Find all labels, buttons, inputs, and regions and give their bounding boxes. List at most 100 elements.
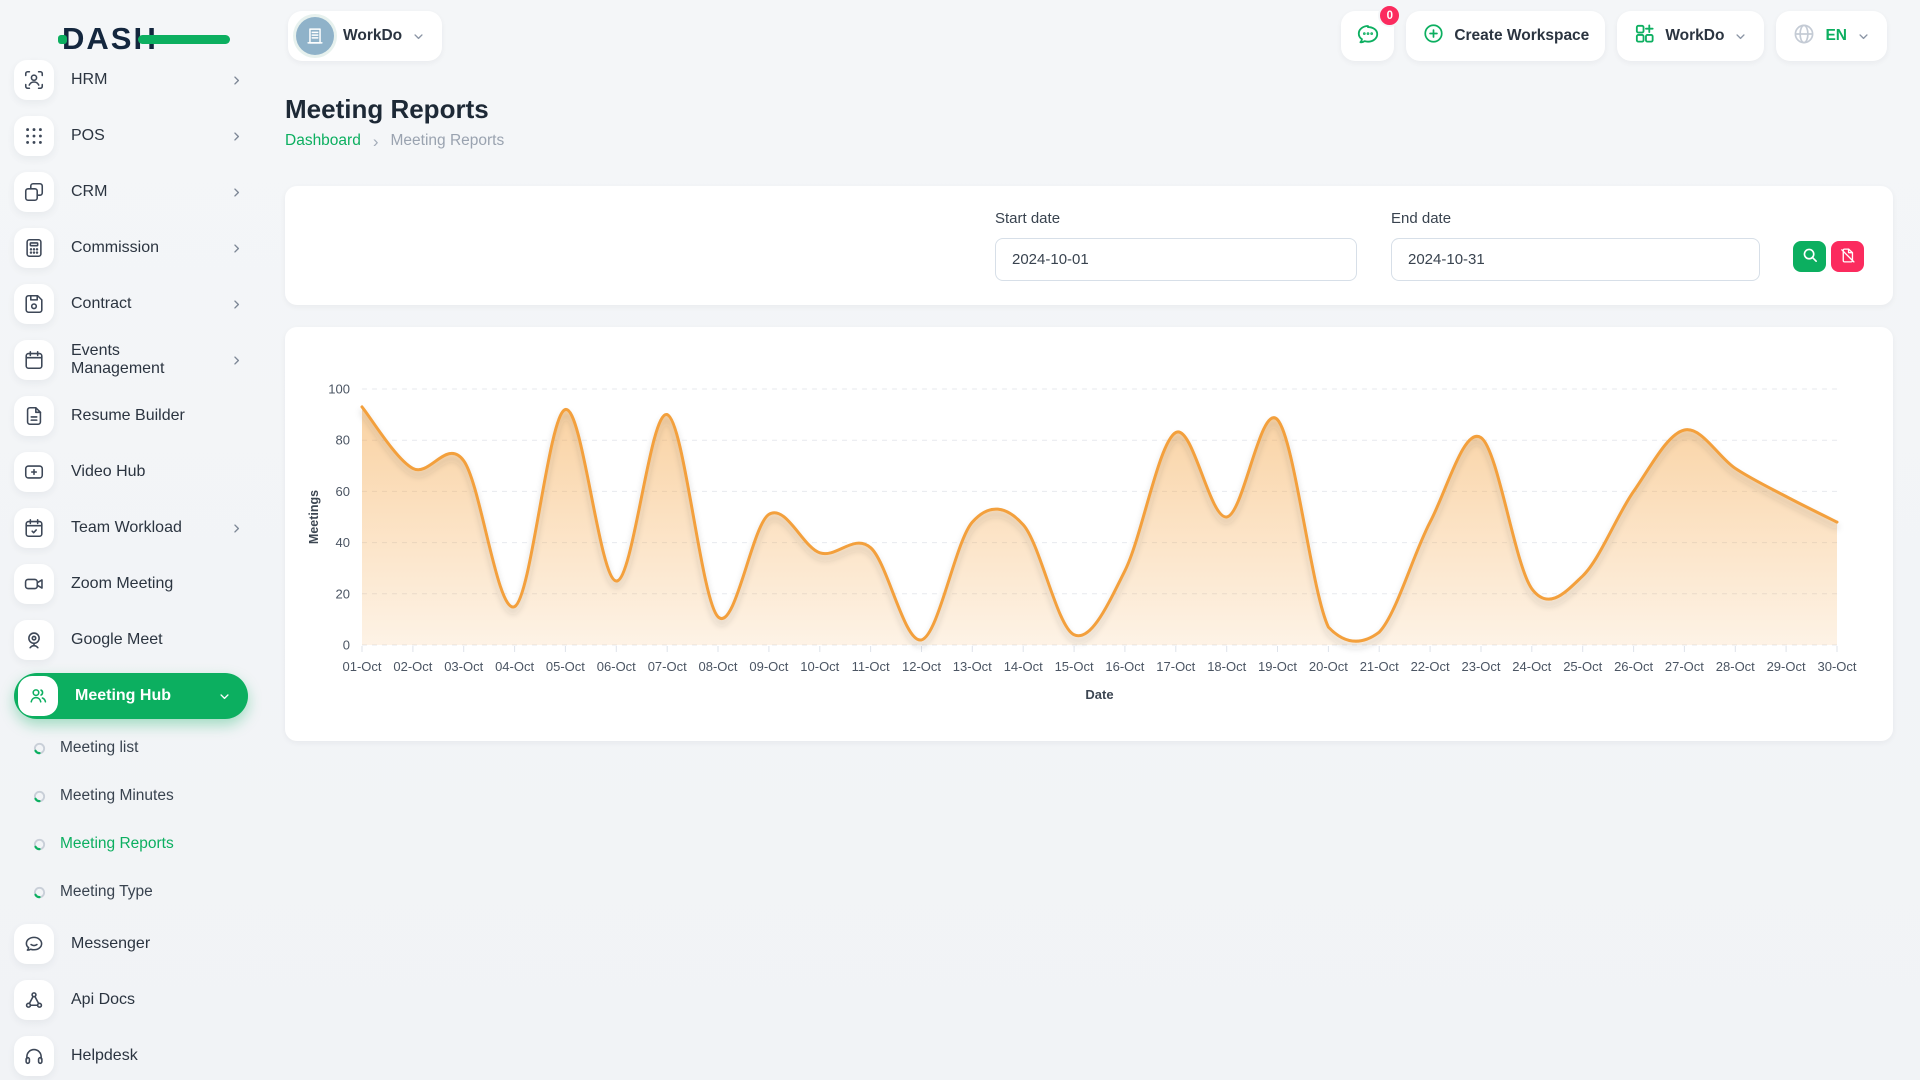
message-dots-icon	[1355, 21, 1381, 52]
svg-text:20-Oct: 20-Oct	[1309, 659, 1348, 674]
sidebar-item-crm[interactable]: CRM	[0, 164, 262, 220]
sidebar-item-helpdesk[interactable]: Helpdesk	[0, 1028, 262, 1080]
chart-y-axis-title: Meetings	[307, 490, 321, 544]
sidebar-item-google-meet[interactable]: Google Meet	[0, 612, 262, 668]
sidebar-item-commission[interactable]: Commission	[0, 220, 262, 276]
logo-dash-accent	[138, 35, 230, 44]
chevron-right-icon	[229, 297, 244, 312]
bullet-icon	[33, 838, 46, 851]
svg-text:80: 80	[336, 433, 350, 448]
svg-text:11-Oct: 11-Oct	[852, 659, 890, 674]
sidebar-item-video-hub[interactable]: Video Hub	[0, 444, 262, 500]
workspace-selector-label: WorkDo	[343, 27, 402, 45]
search-icon	[1801, 246, 1819, 267]
end-date-input[interactable]	[1391, 238, 1760, 281]
sidebar-subitem-meeting-type[interactable]: Meeting Type	[0, 868, 262, 916]
sidebar-item-label: Video Hub	[71, 463, 244, 481]
sidebar-subitem-label: Meeting list	[60, 739, 138, 757]
svg-text:08-Oct: 08-Oct	[698, 659, 737, 674]
chevron-right-icon	[229, 353, 244, 368]
svg-text:20: 20	[336, 586, 350, 601]
file-off-icon	[1839, 247, 1856, 267]
sidebar-item-zoom-meeting[interactable]: Zoom Meeting	[0, 556, 262, 612]
reset-filter-button[interactable]	[1831, 241, 1864, 272]
copy-squares-icon	[14, 172, 54, 212]
sidebar-item-label: Meeting Hub	[75, 687, 200, 705]
sidebar-subitem-label: Meeting Reports	[60, 835, 174, 853]
chevron-right-icon: ›	[373, 133, 379, 150]
svg-text:24-Oct: 24-Oct	[1512, 659, 1551, 674]
svg-text:13-Oct: 13-Oct	[953, 659, 992, 674]
sidebar-item-meeting-hub[interactable]: Meeting Hub	[14, 673, 248, 719]
sidebar-subitem-meeting-reports[interactable]: Meeting Reports	[0, 820, 262, 868]
headphones-icon	[14, 1036, 54, 1076]
sidebar-item-api-docs[interactable]: Api Docs	[0, 972, 262, 1028]
sidebar-item-team-workload[interactable]: Team Workload	[0, 500, 262, 556]
chevron-right-icon	[229, 73, 244, 88]
breadcrumb: Dashboard › Meeting Reports	[285, 132, 504, 150]
svg-text:21-Oct: 21-Oct	[1360, 659, 1399, 674]
save-icon	[14, 284, 54, 324]
sidebar-item-label: Api Docs	[71, 991, 244, 1009]
sidebar-subitem-label: Meeting Type	[60, 883, 153, 901]
sidebar-item-hrm[interactable]: HRM	[0, 52, 262, 108]
svg-text:05-Oct: 05-Oct	[546, 659, 585, 674]
svg-text:17-Oct: 17-Oct	[1156, 659, 1195, 674]
workspace-selector[interactable]: WorkDo	[288, 11, 442, 61]
building-icon	[296, 17, 334, 55]
svg-text:100: 100	[328, 382, 350, 397]
sidebar-subitem-meeting-list[interactable]: Meeting list	[0, 724, 262, 772]
language-dropdown[interactable]: EN	[1776, 11, 1887, 61]
workspace-dropdown[interactable]: WorkDo	[1617, 11, 1764, 61]
globe-icon	[1792, 22, 1816, 51]
chevron-down-icon	[217, 689, 232, 704]
start-date-label: Start date	[995, 210, 1060, 227]
sidebar-item-contract[interactable]: Contract	[0, 276, 262, 332]
end-date-label: End date	[1391, 210, 1451, 227]
meetings-chart-card: 020406080100 01-Oct02-Oct03-Oct04-Oct05-…	[285, 327, 1893, 741]
video-plus-icon	[14, 452, 54, 492]
breadcrumb-dashboard-link[interactable]: Dashboard	[285, 132, 361, 150]
user-scan-icon	[14, 60, 54, 100]
date-filter-card: Start date End date	[285, 186, 1893, 305]
sidebar-item-pos[interactable]: POS	[0, 108, 262, 164]
sidebar-subitem-meeting-minutes[interactable]: Meeting Minutes	[0, 772, 262, 820]
grid-plus-icon	[1633, 22, 1656, 50]
share-nodes-icon	[14, 980, 54, 1020]
svg-text:15-Oct: 15-Oct	[1055, 659, 1094, 674]
svg-text:22-Oct: 22-Oct	[1411, 659, 1450, 674]
svg-text:10-Oct: 10-Oct	[800, 659, 839, 674]
sidebar-subitem-label: Meeting Minutes	[60, 787, 174, 805]
sidebar-item-events-management[interactable]: Events Management	[0, 332, 262, 388]
svg-text:28-Oct: 28-Oct	[1716, 659, 1755, 674]
svg-text:26-Oct: 26-Oct	[1614, 659, 1653, 674]
sidebar-item-messenger[interactable]: Messenger	[0, 916, 262, 972]
chevron-right-icon	[229, 521, 244, 536]
create-workspace-button[interactable]: Create Workspace	[1406, 11, 1605, 61]
meetings-area-chart: 020406080100 01-Oct02-Oct03-Oct04-Oct05-…	[285, 327, 1893, 741]
sidebar-item-label: Resume Builder	[71, 407, 244, 425]
video-camera-icon	[14, 564, 54, 604]
sidebar-item-label: HRM	[71, 71, 212, 89]
page-title: Meeting Reports	[285, 94, 489, 125]
svg-text:02-Oct: 02-Oct	[393, 659, 432, 674]
bullet-icon	[33, 790, 46, 803]
calendar-check-icon	[14, 508, 54, 548]
dashboard-page: DASH WorkDo 0 Create Workspace WorkDo EN…	[0, 0, 1920, 1080]
grid-dots-icon	[14, 116, 54, 156]
svg-text:09-Oct: 09-Oct	[749, 659, 788, 674]
svg-text:01-Oct: 01-Oct	[342, 659, 381, 674]
header-actions: 0 Create Workspace WorkDo EN	[1341, 11, 1887, 61]
svg-text:30-Oct: 30-Oct	[1817, 659, 1856, 674]
chart-y-tick-labels: 020406080100	[328, 382, 350, 653]
calculator-icon	[14, 228, 54, 268]
sidebar-item-resume-builder[interactable]: Resume Builder	[0, 388, 262, 444]
sidebar-item-label: POS	[71, 127, 212, 145]
plus-circle-icon	[1422, 22, 1445, 50]
search-button[interactable]	[1793, 241, 1826, 272]
logo-dot-accent	[58, 35, 67, 44]
svg-text:03-Oct: 03-Oct	[444, 659, 483, 674]
svg-text:19-Oct: 19-Oct	[1258, 659, 1297, 674]
messages-button[interactable]: 0	[1341, 11, 1394, 61]
start-date-input[interactable]	[995, 238, 1357, 281]
